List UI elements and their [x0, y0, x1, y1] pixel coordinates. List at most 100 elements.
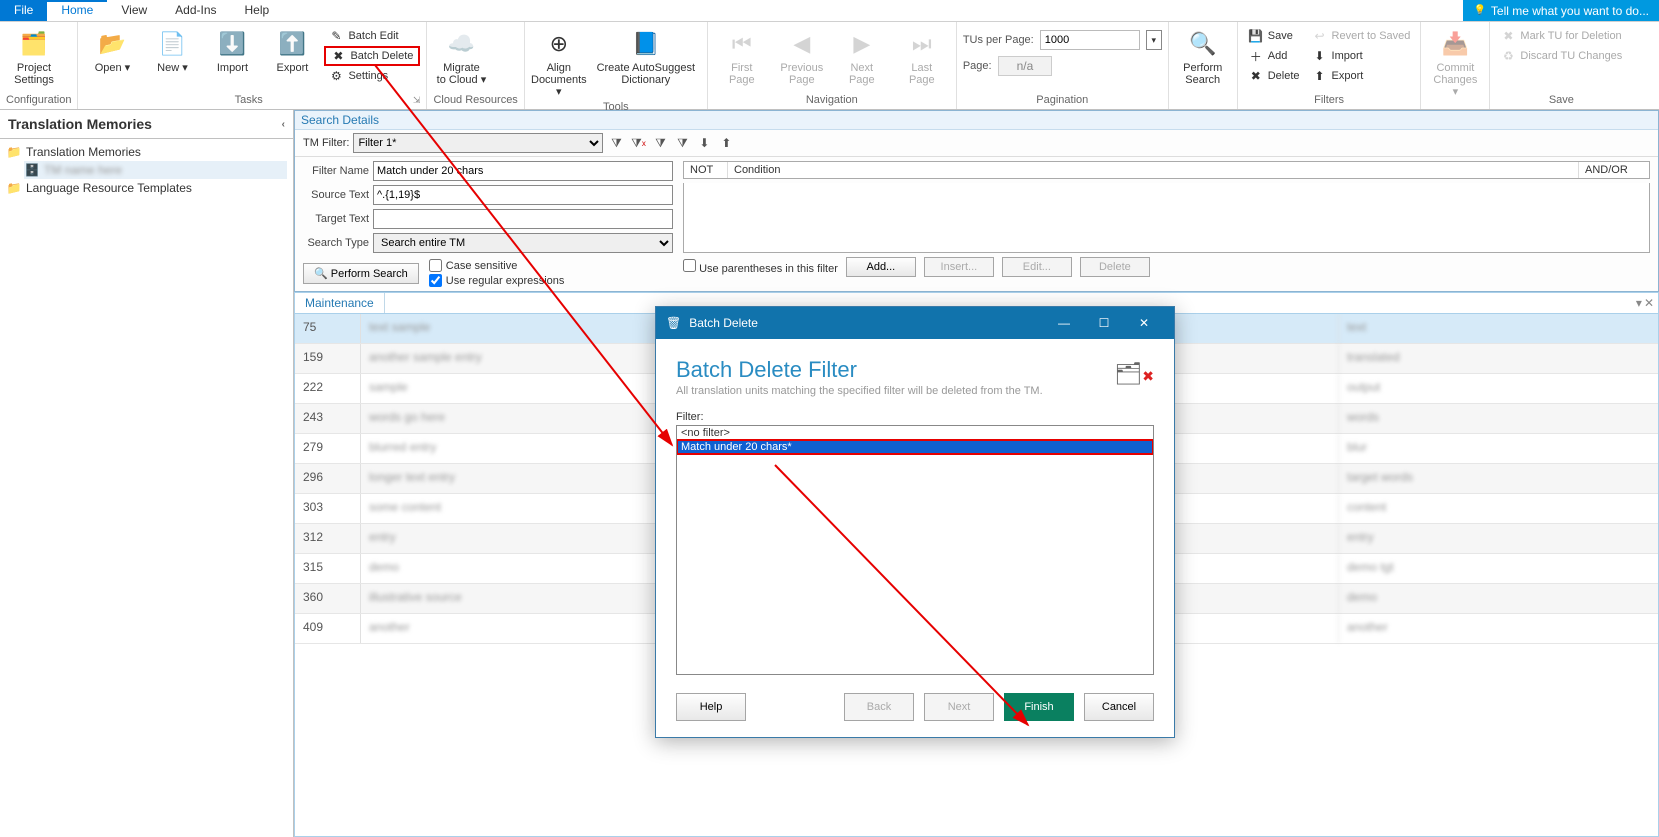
collapse-icon[interactable]: ‹ — [282, 119, 285, 130]
filter-name-label: Filter Name — [303, 165, 369, 177]
commit-icon: 📥 — [1439, 28, 1471, 60]
filter-apply-icon[interactable]: ⧩ — [607, 134, 625, 152]
revert-icon: ↩ — [1312, 28, 1328, 44]
group-navigation: ⏮First Page ◀Previous Page ▶Next Page ⏭L… — [708, 22, 957, 109]
tus-per-page-label: TUs per Page: — [963, 34, 1034, 46]
batch-delete-icon: ✖ — [330, 48, 346, 64]
tree-templates[interactable]: 📁Language Resource Templates — [6, 179, 287, 197]
ribbon: 🗂️ Project Settings Configuration 📂Open … — [0, 22, 1659, 110]
filter-import-button[interactable]: ⬇Import — [1308, 46, 1415, 66]
case-sensitive-check[interactable]: Case sensitive — [429, 259, 565, 272]
filter-clear-icon[interactable]: ⧩x — [629, 134, 647, 152]
filter-delete-button[interactable]: ✖Delete — [1244, 66, 1304, 86]
search-type-label: Search Type — [303, 237, 369, 249]
search-details-header: Search Details — [295, 111, 1658, 130]
export-icon: ⬆️ — [276, 28, 308, 60]
commit-changes-button[interactable]: 📥Commit Changes ▾ — [1427, 26, 1483, 100]
tree-root-tm[interactable]: 📁Translation Memories — [6, 143, 287, 161]
perform-search-btn[interactable]: 🔍 Perform Search — [303, 263, 419, 284]
migrate-cloud-button[interactable]: ☁️Migrate to Cloud ▾ — [433, 26, 489, 88]
target-cell: content — [1338, 494, 1658, 523]
minimize-icon[interactable]: — — [1044, 313, 1084, 333]
tab-home[interactable]: Home — [47, 0, 107, 21]
search-type-select[interactable]: Search entire TM — [373, 233, 673, 253]
condition-body — [683, 183, 1650, 253]
tab-close-icon[interactable]: ✕ — [1644, 296, 1654, 310]
filter-prev-icon[interactable]: ⧩ — [651, 134, 669, 152]
cond-delete-btn[interactable]: Delete — [1080, 257, 1150, 277]
tab-view[interactable]: View — [107, 0, 161, 21]
group-tasks: 📂Open ▾ 📄New ▾ ⬇️Import ⬆️Export ✎Batch … — [78, 22, 427, 109]
batch-delete-button[interactable]: ✖Batch Delete — [324, 46, 420, 66]
filter-save-button[interactable]: 💾Save — [1244, 26, 1304, 46]
dialog-cancel-button[interactable]: Cancel — [1084, 693, 1154, 721]
condition-header: NOT Condition AND/OR — [683, 161, 1650, 179]
group-configuration: 🗂️ Project Settings Configuration — [0, 22, 78, 109]
row-number: 315 — [295, 554, 361, 583]
search-icon: 🔍 — [1187, 28, 1219, 60]
target-text-input[interactable] — [373, 209, 673, 229]
dropdown-icon[interactable]: ▾ — [1146, 30, 1162, 50]
filter-import-icon[interactable]: ⬇ — [695, 134, 713, 152]
source-text-input[interactable] — [373, 185, 673, 205]
open-button[interactable]: 📂Open ▾ — [84, 26, 140, 76]
target-cell: entry — [1338, 524, 1658, 553]
cond-add-btn[interactable]: Add... — [846, 257, 916, 277]
filter-option-none[interactable]: <no filter> — [677, 426, 1153, 440]
close-icon[interactable]: ✕ — [1124, 313, 1164, 333]
filter-export-icon[interactable]: ⬆ — [717, 134, 735, 152]
dialog-titlebar[interactable]: 🗑 Batch Delete — ☐ ✕ — [656, 307, 1174, 339]
export-button[interactable]: ⬆️Export — [264, 26, 320, 76]
last-page-button[interactable]: ⏭Last Page — [894, 26, 950, 88]
filter-revert-button[interactable]: ↩Revert to Saved — [1308, 26, 1415, 46]
use-paren-check[interactable]: Use parentheses in this filter — [683, 259, 838, 275]
tab-addins[interactable]: Add-Ins — [161, 0, 230, 21]
tm-filter-select[interactable]: Filter 1* — [353, 133, 603, 153]
tab-maintenance[interactable]: Maintenance — [295, 293, 385, 313]
project-settings-button[interactable]: 🗂️ Project Settings — [6, 26, 62, 88]
filter-add-button[interactable]: ＋Add — [1244, 46, 1304, 66]
source-text-label: Source Text — [303, 189, 369, 201]
row-number: 303 — [295, 494, 361, 523]
prev-page-button[interactable]: ◀Previous Page — [774, 26, 830, 88]
filter-next-icon[interactable]: ⧩ — [673, 134, 691, 152]
autosuggest-button[interactable]: 📘Create AutoSuggest Dictionary — [591, 26, 701, 88]
filter-option-match[interactable]: Match under 20 chars* — [677, 440, 1153, 454]
settings-button[interactable]: ⚙Settings — [324, 66, 420, 86]
new-button[interactable]: 📄New ▾ — [144, 26, 200, 76]
tab-dropdown-icon[interactable]: ▾ — [1636, 296, 1642, 310]
row-number: 409 — [295, 614, 361, 643]
row-number: 279 — [295, 434, 361, 463]
target-cell: demo tgt — [1338, 554, 1658, 583]
filter-export-button[interactable]: ⬆Export — [1308, 66, 1415, 86]
discard-tu-button[interactable]: ♻Discard TU Changes — [1496, 46, 1626, 66]
cond-insert-btn[interactable]: Insert... — [924, 257, 994, 277]
dialog-back-button[interactable]: Back — [844, 693, 914, 721]
tree-tm-item[interactable]: 🗄️TM name here — [24, 161, 287, 179]
batch-edit-button[interactable]: ✎Batch Edit — [324, 26, 420, 46]
next-page-icon: ▶ — [846, 28, 878, 60]
filter-name-input[interactable] — [373, 161, 673, 181]
prev-page-icon: ◀ — [786, 28, 818, 60]
dialog-finish-button[interactable]: Finish — [1004, 693, 1074, 721]
align-icon: ⊕ — [543, 28, 575, 60]
cond-edit-btn[interactable]: Edit... — [1002, 257, 1072, 277]
tus-per-page-input[interactable] — [1040, 30, 1140, 50]
use-regex-check[interactable]: Use regular expressions — [429, 274, 565, 287]
maximize-icon[interactable]: ☐ — [1084, 313, 1124, 333]
tab-file[interactable]: File — [0, 0, 47, 21]
perform-search-button[interactable]: 🔍Perform Search — [1175, 26, 1231, 88]
mark-tu-deletion-button[interactable]: ✖Mark TU for Deletion — [1496, 26, 1626, 46]
tell-me-box[interactable]: Tell me what you want to do... — [1463, 0, 1659, 21]
align-documents-button[interactable]: ⊕Align Documents ▾ — [531, 26, 587, 100]
tab-help[interactable]: Help — [231, 0, 284, 21]
first-page-button[interactable]: ⏮First Page — [714, 26, 770, 88]
left-panel: Translation Memories‹ 📁Translation Memor… — [0, 110, 294, 837]
row-number: 243 — [295, 404, 361, 433]
dialog-filter-list[interactable]: <no filter> Match under 20 chars* — [676, 425, 1154, 675]
dialog-next-button[interactable]: Next — [924, 693, 994, 721]
row-number: 360 — [295, 584, 361, 613]
next-page-button[interactable]: ▶Next Page — [834, 26, 890, 88]
dialog-help-button[interactable]: Help — [676, 693, 746, 721]
import-button[interactable]: ⬇️Import — [204, 26, 260, 76]
